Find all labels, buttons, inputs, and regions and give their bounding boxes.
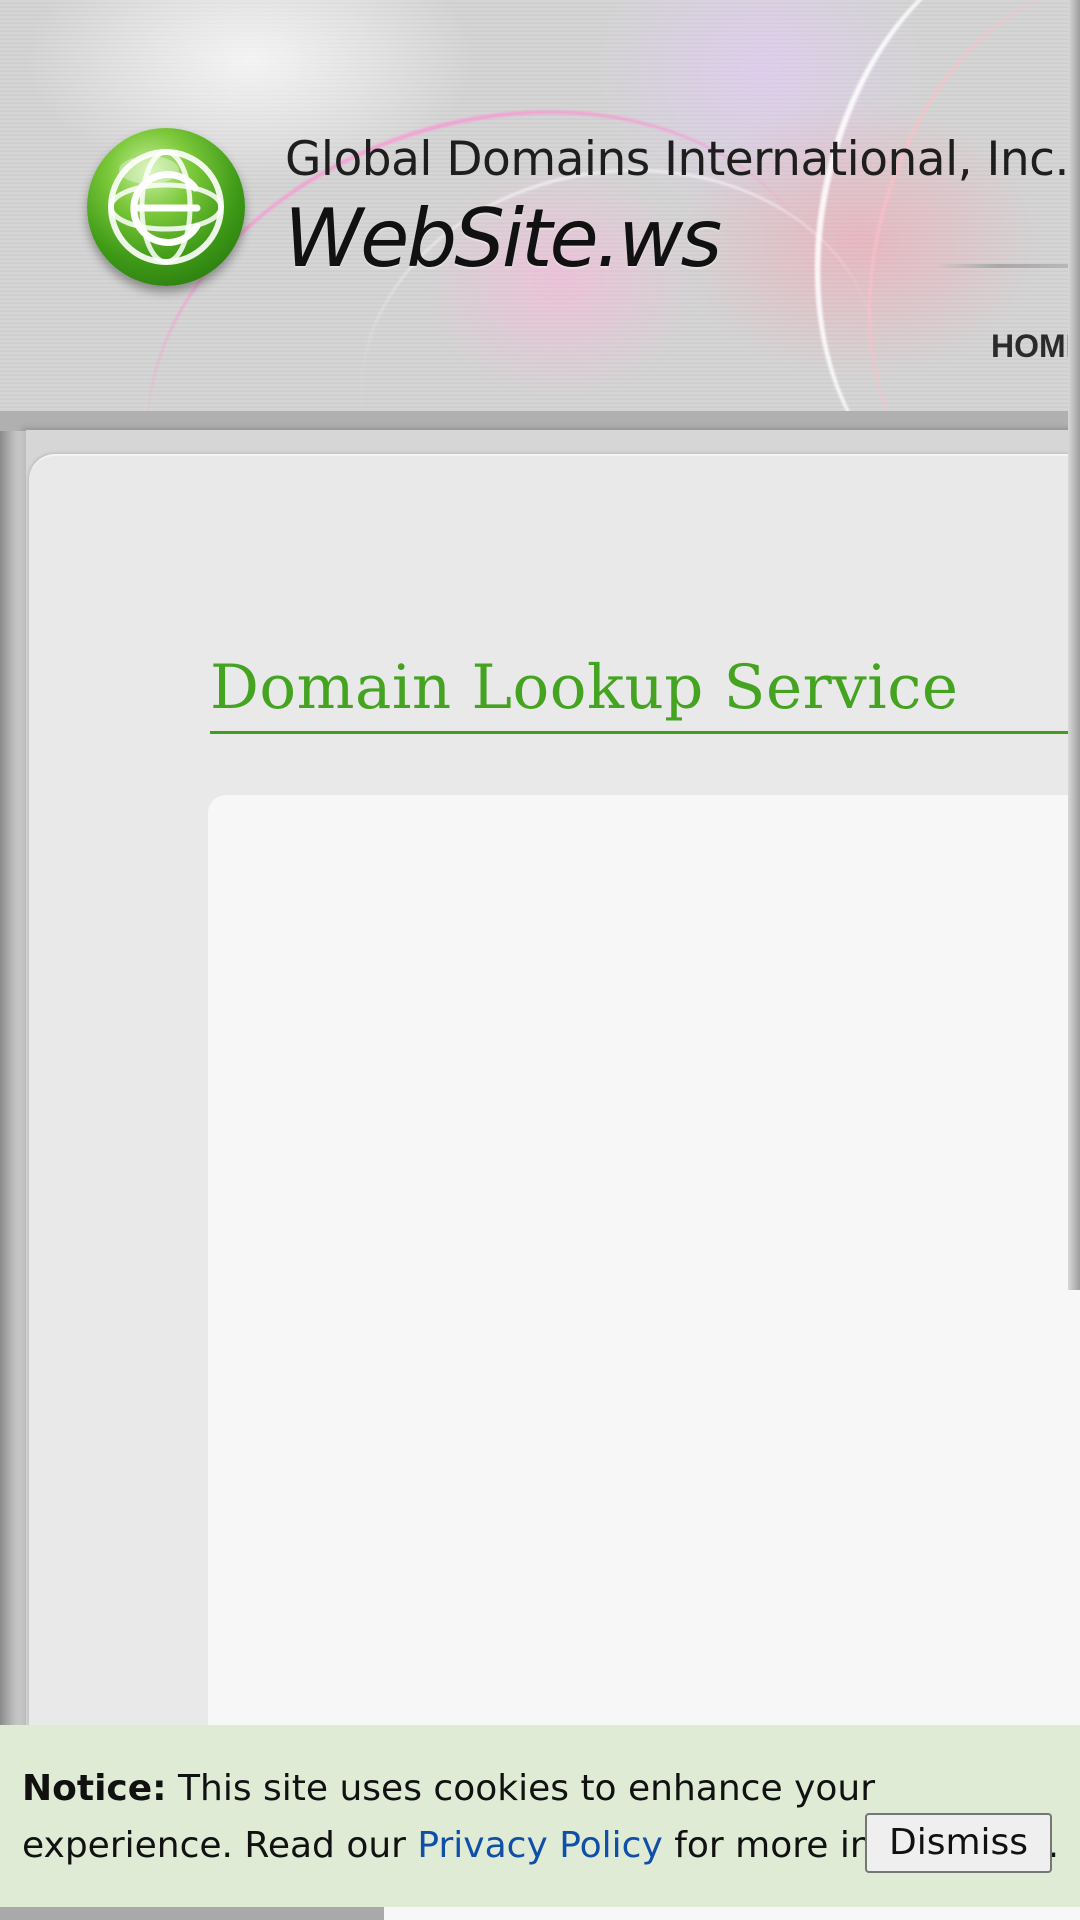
- nav-home-link[interactable]: HOME: [991, 328, 1080, 365]
- scrollbar[interactable]: [1068, 0, 1080, 1290]
- page-title: Domain Lookup Service: [210, 652, 959, 723]
- header-divider: [935, 264, 1080, 268]
- notice-label: Notice:: [22, 1768, 167, 1809]
- page: Global Domains International, Inc. WebSi…: [0, 0, 1080, 1920]
- bottom-scroll-strip: [0, 1907, 384, 1920]
- privacy-policy-link[interactable]: Privacy Policy: [417, 1825, 662, 1866]
- title-underline: [210, 731, 1080, 734]
- globe-e-logo-icon[interactable]: [87, 128, 245, 286]
- dismiss-button[interactable]: Dismiss: [865, 1813, 1052, 1873]
- site-header: Global Domains International, Inc. WebSi…: [0, 0, 1080, 411]
- site-name[interactable]: WebSite.ws: [284, 192, 722, 285]
- company-name: Global Domains International, Inc.: [285, 132, 1069, 187]
- logo-graphic: [108, 149, 224, 265]
